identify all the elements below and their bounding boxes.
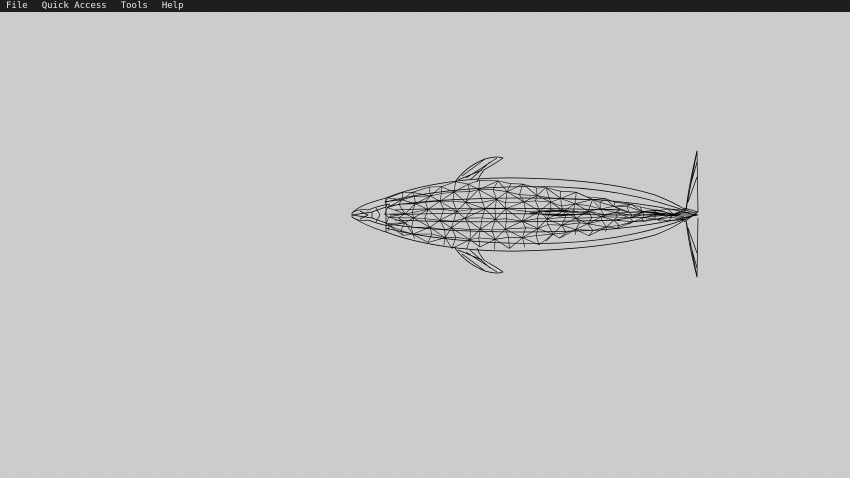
- 3d-viewport[interactable]: [0, 12, 850, 478]
- menu-tools[interactable]: Tools: [119, 0, 150, 12]
- dolphin-wireframe-model: [351, 150, 699, 278]
- menu-bar: File Quick Access Tools Help: [0, 0, 850, 12]
- menu-help[interactable]: Help: [160, 0, 186, 12]
- menu-quick-access[interactable]: Quick Access: [40, 0, 109, 12]
- menu-file[interactable]: File: [4, 0, 30, 12]
